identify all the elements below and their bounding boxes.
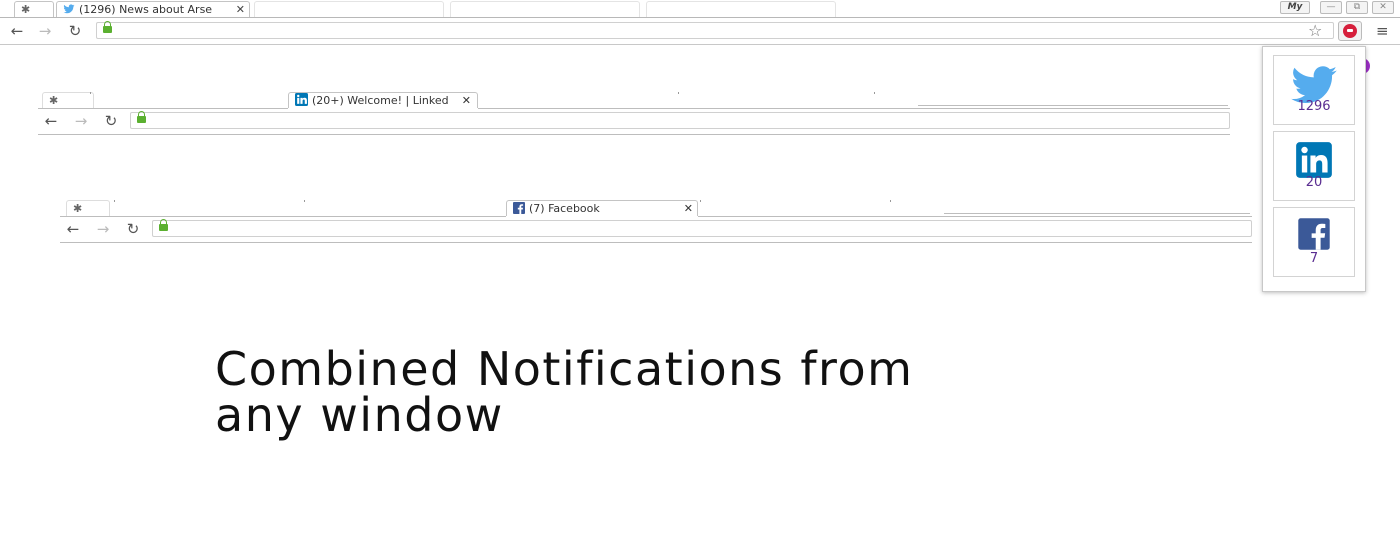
lock-icon: [103, 21, 112, 33]
lock-icon: [137, 111, 146, 123]
twitter-icon: [63, 4, 75, 14]
tab-title: (7) Facebook: [529, 202, 600, 215]
back-arrow-icon[interactable]: ←: [42, 108, 60, 134]
address-bar[interactable]: [152, 219, 1252, 237]
tab-strip-baseline: [918, 105, 1228, 106]
address-bar[interactable]: [96, 21, 1334, 39]
speck: [874, 92, 875, 94]
speck: [678, 92, 679, 94]
twitter-count: 1296: [1297, 99, 1331, 114]
bookmark-star-icon[interactable]: ☆: [1308, 18, 1322, 44]
tab-strip-baseline: [698, 216, 1252, 217]
toolbar-divider: [38, 134, 1230, 135]
tab-title: (20+) Welcome! | Linked: [312, 94, 449, 107]
restore-button[interactable]: ⧉: [1346, 1, 1368, 14]
tab-blank[interactable]: [450, 1, 640, 17]
tab-extensions[interactable]: ✱: [42, 92, 94, 108]
facebook-notification-card[interactable]: 7: [1273, 207, 1355, 277]
hamburger-menu-icon[interactable]: ≡: [1376, 18, 1389, 44]
profile-button[interactable]: My: [1280, 1, 1310, 14]
speck: [304, 200, 305, 202]
tab-extensions[interactable]: ✱: [66, 200, 110, 216]
headline-line-2: any window: [215, 388, 504, 442]
reload-icon[interactable]: ↻: [66, 18, 84, 44]
back-arrow-icon[interactable]: ←: [64, 216, 82, 242]
speck: [700, 200, 701, 202]
tab-blank[interactable]: [254, 1, 444, 17]
back-arrow-icon[interactable]: ←: [8, 18, 26, 44]
chat-bubble-icon: [1343, 24, 1357, 38]
forward-arrow-icon[interactable]: →: [72, 108, 90, 134]
tab-blank[interactable]: [646, 1, 836, 17]
speck: [114, 200, 115, 202]
forward-arrow-icon[interactable]: →: [36, 18, 54, 44]
linkedin-window: ✱ (20+) Welcome! | Linked ✕ ← → ↻: [38, 90, 1230, 136]
tab-title: (1296) News about Arse: [79, 3, 213, 16]
close-tab-icon[interactable]: ✕: [462, 93, 471, 108]
address-bar[interactable]: [130, 111, 1230, 129]
main-toolbar: ← → ↻ ☆ ≡: [0, 18, 1400, 45]
puzzle-icon: ✱: [21, 3, 31, 16]
tab-linkedin[interactable]: (20+) Welcome! | Linked ✕: [288, 92, 478, 108]
tab-extensions[interactable]: ✱: [14, 1, 54, 17]
tab-strip-baseline: [478, 108, 1230, 109]
tab-facebook[interactable]: (7) Facebook ✕: [506, 200, 698, 216]
puzzle-icon: ✱: [73, 202, 83, 215]
reload-icon[interactable]: ↻: [102, 108, 120, 134]
puzzle-icon: ✱: [49, 94, 59, 107]
facebook-icon: [513, 202, 525, 214]
facebook-icon: [1298, 218, 1330, 250]
notifications-extension-button[interactable]: [1338, 21, 1362, 41]
main-tab-strip: ✱ (1296) News about Arse ✕ My — ⧉ ✕: [0, 0, 1400, 18]
lock-icon: [159, 219, 168, 231]
forward-arrow-icon[interactable]: →: [94, 216, 112, 242]
facebook-window: ✱ (7) Facebook ✕ ← → ↻: [60, 198, 1252, 244]
twitter-notification-card[interactable]: 1296: [1273, 55, 1355, 125]
notifications-popup: 1296 20 7: [1262, 46, 1366, 292]
facebook-count: 7: [1309, 251, 1319, 266]
close-tab-icon[interactable]: ✕: [684, 201, 693, 216]
speck: [890, 200, 891, 202]
close-window-button[interactable]: ✕: [1372, 1, 1394, 14]
linkedin-notification-card[interactable]: 20: [1273, 131, 1355, 201]
tab-strip-baseline: [944, 213, 1250, 214]
speck: [90, 92, 91, 94]
reload-icon[interactable]: ↻: [124, 216, 142, 242]
headline-line-1: Combined Notifications from: [215, 342, 914, 396]
close-tab-icon[interactable]: ✕: [236, 2, 245, 17]
linkedin-icon: [1296, 142, 1332, 178]
minimize-button[interactable]: —: [1320, 1, 1342, 14]
toolbar-divider: [60, 242, 1252, 243]
linkedin-count: 20: [1305, 175, 1323, 190]
headline: Combined Notifications from any window: [215, 346, 1175, 438]
linkedin-icon: [295, 93, 308, 106]
tab-twitter[interactable]: (1296) News about Arse ✕: [56, 1, 250, 17]
